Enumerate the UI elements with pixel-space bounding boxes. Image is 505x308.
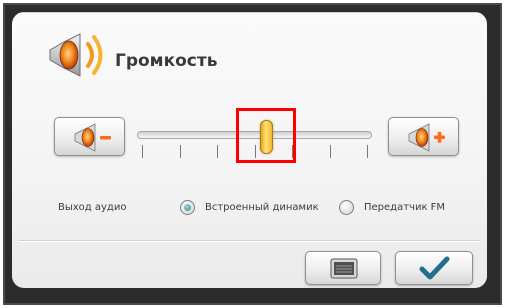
footer-separator (18, 240, 481, 242)
radio-icon (330, 258, 358, 279)
radio-selected-dot (184, 204, 191, 211)
dialog-title: Громкость (115, 51, 218, 71)
slider-tick (330, 145, 331, 158)
option-builtin-speaker-label: Встроенный динамик (205, 202, 319, 213)
radio-fm-transmitter[interactable] (339, 200, 354, 215)
volume-decrease-button[interactable] (54, 117, 125, 156)
speaker-minus-icon (74, 123, 111, 152)
slider-tick (142, 145, 143, 158)
separator (18, 12, 481, 14)
volume-increase-button[interactable] (388, 117, 459, 156)
ok-button[interactable] (395, 251, 473, 285)
checkmark-icon (419, 256, 450, 280)
radio-button[interactable] (305, 251, 381, 285)
slider-tick (180, 145, 181, 158)
option-fm-transmitter-label: Передатчик FM (364, 202, 446, 213)
radio-builtin-speaker[interactable] (180, 200, 195, 215)
audio-output-label: Выход аудио (58, 202, 127, 213)
slider-tick (367, 145, 368, 158)
speaker-plus-icon (408, 123, 445, 152)
speaker-volume-icon (44, 28, 110, 82)
slider-tick (217, 145, 218, 158)
highlight-box (236, 108, 296, 163)
